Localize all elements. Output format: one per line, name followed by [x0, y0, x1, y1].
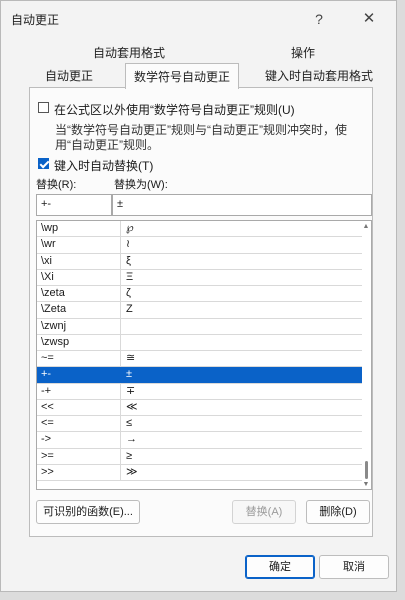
- tab-autocorrect[interactable]: 自动更正: [45, 67, 93, 84]
- replace-cell: \zwsp: [37, 334, 121, 350]
- close-icon[interactable]: ✕: [355, 7, 383, 31]
- with-cell: [121, 335, 362, 350]
- scrollbar[interactable]: ▲ ▼: [362, 223, 370, 489]
- list-item[interactable]: -+ ∓: [37, 383, 362, 400]
- tab-autoformat-as-you-type[interactable]: 键入时自动套用格式: [265, 67, 373, 84]
- replace-cell: \zeta: [37, 286, 121, 302]
- list-item[interactable]: <= ≤: [37, 416, 362, 433]
- with-cell: [121, 319, 362, 334]
- list-item[interactable]: >> ≫: [37, 464, 362, 481]
- dialog-title: 自动更正: [11, 13, 60, 27]
- help-icon[interactable]: ?: [305, 7, 333, 31]
- with-cell: ζ: [126, 287, 131, 299]
- cancel-button[interactable]: 取消: [319, 555, 389, 579]
- list-item[interactable]: \zwnj: [37, 318, 362, 335]
- recognized-functions-button[interactable]: 可识别的函数(E)...: [36, 500, 140, 524]
- scroll-up-icon[interactable]: ▲: [362, 223, 370, 231]
- replace-as-type-checkbox[interactable]: [38, 158, 49, 169]
- list-item[interactable]: << ≪: [37, 399, 362, 416]
- list-item[interactable]: -> →: [37, 432, 362, 449]
- tab-autoformat[interactable]: 自动套用格式: [93, 44, 165, 61]
- list-item[interactable]: \Zeta Ζ: [37, 302, 362, 319]
- autocorrect-dialog: 自动更正 ? ✕ 自动套用格式 操作 自动更正 数学符号自动更正 键入时自动套用…: [0, 0, 397, 592]
- list-item[interactable]: \zeta ζ: [37, 286, 362, 303]
- with-cell: ℘: [126, 222, 134, 234]
- with-cell: Ξ: [126, 270, 134, 283]
- list-item[interactable]: +- ±: [37, 367, 362, 384]
- tab-row-top: 自动套用格式 操作: [29, 44, 373, 64]
- replace-cell: \xi: [37, 253, 121, 269]
- with-input[interactable]: ±: [112, 194, 372, 216]
- with-cell: ≫: [126, 465, 138, 478]
- list-item[interactable]: \Xi Ξ: [37, 269, 362, 286]
- tab-math-autocorrect[interactable]: 数学符号自动更正: [125, 63, 240, 89]
- with-cell: ≅: [126, 352, 136, 364]
- list-item[interactable]: \zwsp: [37, 334, 362, 351]
- replace-label: 替换(R):: [36, 179, 77, 191]
- replace-cell: +-: [37, 367, 121, 383]
- replacement-list[interactable]: \wp ℘ \wr ≀ \xi ξ \Xi Ξ \zeta ζ \Zeta Ζ \zwnj \zwsp ~=…: [36, 220, 372, 490]
- replace-button[interactable]: 替换(A): [232, 500, 296, 524]
- math-autocorrect-panel: 在公式区以外使用“数学符号自动更正”规则(U) 当“数学符号自动更正”规则与“自…: [29, 87, 373, 537]
- ok-button[interactable]: 确定: [245, 555, 315, 579]
- with-cell: ξ: [126, 254, 131, 267]
- outside-formula-checkbox[interactable]: [38, 102, 49, 113]
- scroll-down-icon[interactable]: ▼: [362, 481, 370, 489]
- list-item[interactable]: \wp ℘: [37, 221, 362, 238]
- conflict-note: 当“数学符号自动更正”规则与“自动更正”规则冲突时，使用“自动更正”规则。: [55, 123, 347, 152]
- with-label: 替换为(W):: [114, 179, 168, 191]
- replace-cell: ~=: [37, 351, 121, 367]
- replace-as-type-label[interactable]: 键入时自动替换(T): [54, 157, 153, 174]
- replace-cell: \zwnj: [37, 318, 121, 334]
- replace-cell: >=: [37, 448, 121, 464]
- title-bar: 自动更正 ? ✕: [1, 1, 396, 37]
- with-cell: ±: [126, 368, 133, 381]
- replace-cell: <<: [37, 399, 121, 415]
- delete-button[interactable]: 删除(D): [306, 500, 370, 524]
- replace-cell: -+: [37, 383, 121, 399]
- tab-row-bottom: 自动更正 数学符号自动更正 键入时自动套用格式: [29, 63, 373, 89]
- list-item[interactable]: ~= ≅: [37, 351, 362, 368]
- with-cell: ≤: [126, 417, 133, 429]
- replace-cell: \Zeta: [37, 302, 121, 318]
- with-cell: →: [126, 433, 137, 446]
- replace-input[interactable]: +-: [36, 194, 112, 216]
- tab-actions[interactable]: 操作: [291, 44, 315, 61]
- replacement-list-rows: \wp ℘ \wr ≀ \xi ξ \Xi Ξ \zeta ζ \Zeta Ζ \zwnj \zwsp ~=…: [37, 221, 362, 481]
- replace-cell: \Xi: [37, 269, 121, 285]
- with-cell: ≪: [126, 400, 138, 413]
- replace-cell: \wp: [37, 221, 121, 237]
- with-cell: Ζ: [126, 303, 133, 316]
- replace-cell: >>: [37, 464, 121, 480]
- list-item[interactable]: \wr ≀: [37, 237, 362, 254]
- replace-cell: <=: [37, 416, 121, 432]
- with-cell: ∓: [126, 384, 136, 397]
- replace-cell: ->: [37, 432, 121, 448]
- scrollbar-thumb[interactable]: [365, 461, 368, 479]
- list-item[interactable]: \xi ξ: [37, 253, 362, 270]
- outside-formula-label[interactable]: 在公式区以外使用“数学符号自动更正”规则(U): [54, 101, 295, 118]
- replace-cell: \wr: [37, 237, 121, 253]
- list-item[interactable]: >= ≥: [37, 448, 362, 465]
- with-cell: ≥: [126, 449, 133, 462]
- with-cell: ≀: [126, 238, 131, 251]
